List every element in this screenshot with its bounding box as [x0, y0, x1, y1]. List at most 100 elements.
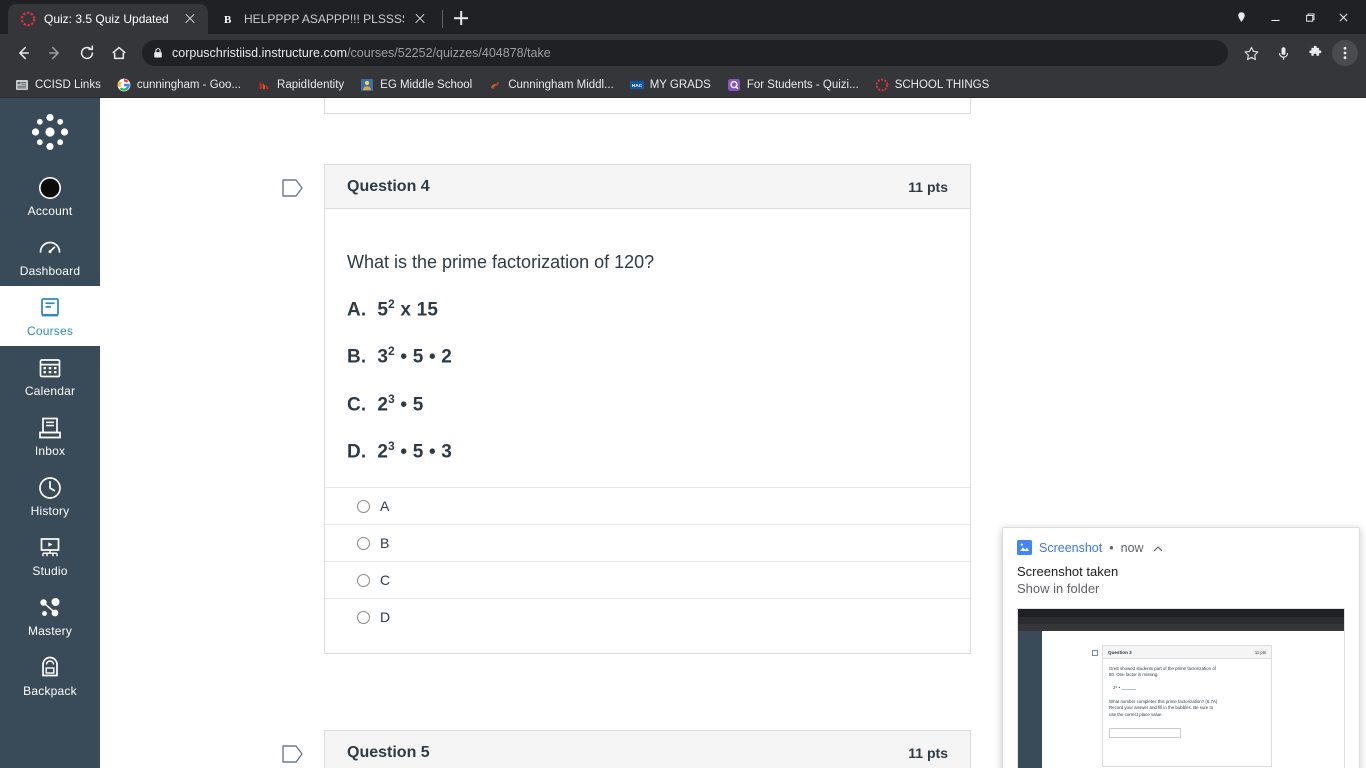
sidebar-item-mastery[interactable]: Mastery	[0, 586, 100, 646]
maximize-icon[interactable]	[1292, 4, 1326, 30]
close-icon[interactable]	[412, 11, 428, 27]
sidebar-item-account[interactable]: Account	[0, 166, 100, 226]
radio-button[interactable]	[357, 536, 370, 550]
thumbnail-line-5: use the correct place value.	[1109, 711, 1163, 717]
answer-option-b[interactable]: B	[325, 525, 970, 563]
minimize-icon[interactable]	[1258, 4, 1292, 30]
folder-list-icon	[15, 78, 29, 92]
sidebar-item-studio[interactable]: Studio	[0, 526, 100, 586]
home-icon[interactable]	[104, 38, 134, 68]
choice-text-b: B. 32 • 5 • 2	[347, 345, 948, 368]
answer-label: D	[380, 609, 391, 626]
sidebar-item-backpack[interactable]: Backpack	[0, 646, 100, 706]
microphone-icon[interactable]	[1268, 38, 1298, 68]
sidebar-item-inbox[interactable]: Inbox	[0, 406, 100, 466]
choice-rest: 5 • 3	[412, 441, 453, 463]
screenshot-notification[interactable]: Screenshot • now Screenshot taken Show i…	[1002, 527, 1360, 768]
answer-option-d[interactable]: D	[325, 599, 970, 635]
bookmark-rapididentity[interactable]: RapidIdentity	[250, 76, 351, 94]
address-bar[interactable]: corpuschristiisd.instructure.com/courses…	[142, 40, 1228, 66]
studio-icon	[37, 535, 63, 561]
window-close-icon[interactable]	[1326, 4, 1360, 30]
notification-thumbnail[interactable]: Question 3 11 pts Grett showed students …	[1017, 608, 1345, 768]
profile-pin-icon[interactable]	[1224, 4, 1258, 30]
browser-tab-brainly[interactable]: B HELPPPP ASAPPP!!! PLSSSSS	[208, 4, 438, 34]
canvas-global-nav: Account Dashboard Courses Calendar Inbox…	[0, 98, 100, 768]
choice-letter: A.	[347, 299, 367, 321]
choice-operator: •	[394, 346, 413, 368]
thumbnail-sidebar	[1018, 631, 1042, 768]
reload-icon[interactable]	[72, 38, 102, 68]
chevron-up-icon[interactable]	[1152, 542, 1164, 554]
radio-button[interactable]	[357, 499, 370, 513]
radio-button[interactable]	[357, 610, 370, 624]
account-avatar-icon	[37, 175, 63, 201]
sidebar-item-history[interactable]: History	[0, 466, 100, 526]
sidebar-item-label: Mastery	[27, 624, 73, 638]
close-icon[interactable]	[182, 11, 198, 27]
thumbnail-question-header: Question 3 11 pts	[1103, 646, 1271, 659]
bookmark-eg-middle-school[interactable]: EG Middle School	[353, 76, 479, 94]
choice-letter: B.	[347, 346, 367, 368]
question-header: Question 5 11 pts	[325, 731, 970, 768]
answer-option-a[interactable]: A	[325, 488, 970, 526]
hac-icon: HAC	[629, 78, 644, 92]
bookmark-label: EG Middle School	[380, 78, 473, 91]
backpack-icon	[37, 655, 63, 681]
new-tab-button[interactable]	[447, 4, 475, 32]
three-dot-menu-icon[interactable]	[1332, 40, 1358, 66]
rapididentity-icon	[257, 78, 271, 92]
question-name: Question 5	[347, 743, 430, 761]
sidebar-item-label: Calendar	[24, 384, 76, 398]
url-text: corpuschristiisd.instructure.com/courses…	[172, 46, 551, 60]
sidebar-item-courses[interactable]: Courses	[0, 286, 100, 346]
forward-arrow-icon[interactable]	[40, 38, 70, 68]
browser-tab-title: HELPPPP ASAPPP!!! PLSSSSS	[244, 12, 404, 26]
notification-separator: •	[1109, 540, 1114, 555]
canvas-logo-icon[interactable]	[0, 98, 100, 166]
page-viewport: Account Dashboard Courses Calendar Inbox…	[0, 98, 1366, 768]
bookmark-for-students-quizizz[interactable]: For Students - Quizi...	[720, 76, 866, 94]
flag-icon[interactable]	[282, 744, 304, 764]
question-card: Question 5 11 pts	[324, 730, 971, 768]
quizizz-icon	[727, 78, 741, 92]
brainly-icon: B	[220, 11, 236, 27]
answer-option-c[interactable]: C	[325, 562, 970, 600]
sidebar-item-calendar[interactable]: Calendar	[0, 346, 100, 406]
notification-title: Screenshot taken	[1017, 564, 1119, 579]
sidebar-item-label: Backpack	[23, 684, 77, 698]
sidebar-item-label: Studio	[32, 564, 68, 578]
notification-time: now	[1120, 540, 1144, 555]
choice-exponent: 2	[388, 298, 395, 311]
sidebar-item-label: Courses	[26, 324, 74, 338]
question-5-block: Question 5 11 pts	[282, 730, 971, 768]
image-icon	[1017, 540, 1032, 555]
notification-subtitle[interactable]: Show in folder	[1017, 581, 1345, 596]
choice-rest: 5 • 2	[412, 346, 453, 368]
notification-app-name: Screenshot	[1039, 540, 1103, 555]
bookmark-cunningham-google[interactable]: cunningham - Goo...	[110, 76, 248, 94]
answer-label: B	[380, 535, 390, 552]
previous-question-card-partial	[324, 98, 971, 114]
bookmark-my-grads[interactable]: HAC MY GRADS	[623, 76, 718, 94]
question-header: Question 4 11 pts	[325, 165, 970, 209]
puzzle-piece-icon[interactable]	[1300, 38, 1330, 68]
star-icon[interactable]	[1236, 38, 1266, 68]
thumbnail-bookmarks	[1018, 624, 1344, 631]
google-icon	[117, 78, 131, 92]
sidebar-item-dashboard[interactable]: Dashboard	[0, 226, 100, 286]
choice-text-d: D. 23 • 5 • 3	[347, 440, 948, 463]
choice-operator: •	[394, 393, 413, 415]
browser-tab-quiz[interactable]: Quiz: 3.5 Quiz Updated	[8, 4, 208, 34]
bookmark-cunningham-middle[interactable]: Cunningham Middl...	[481, 76, 620, 94]
bookmark-ccisd-links[interactable]: CCISD Links	[8, 76, 108, 94]
choice-exponent: 2	[388, 345, 395, 359]
radio-button[interactable]	[357, 573, 370, 587]
notification-content: Screenshot • now Screenshot taken Show i…	[1003, 528, 1359, 596]
back-arrow-icon[interactable]	[8, 38, 38, 68]
bookmark-school-things[interactable]: SCHOOL THINGS	[868, 76, 997, 94]
flag-icon[interactable]	[282, 178, 304, 198]
inbox-icon	[37, 415, 63, 441]
choice-exponent: 3	[388, 392, 395, 406]
question-4-block: Question 4 11 pts What is the prime fact…	[282, 164, 971, 655]
